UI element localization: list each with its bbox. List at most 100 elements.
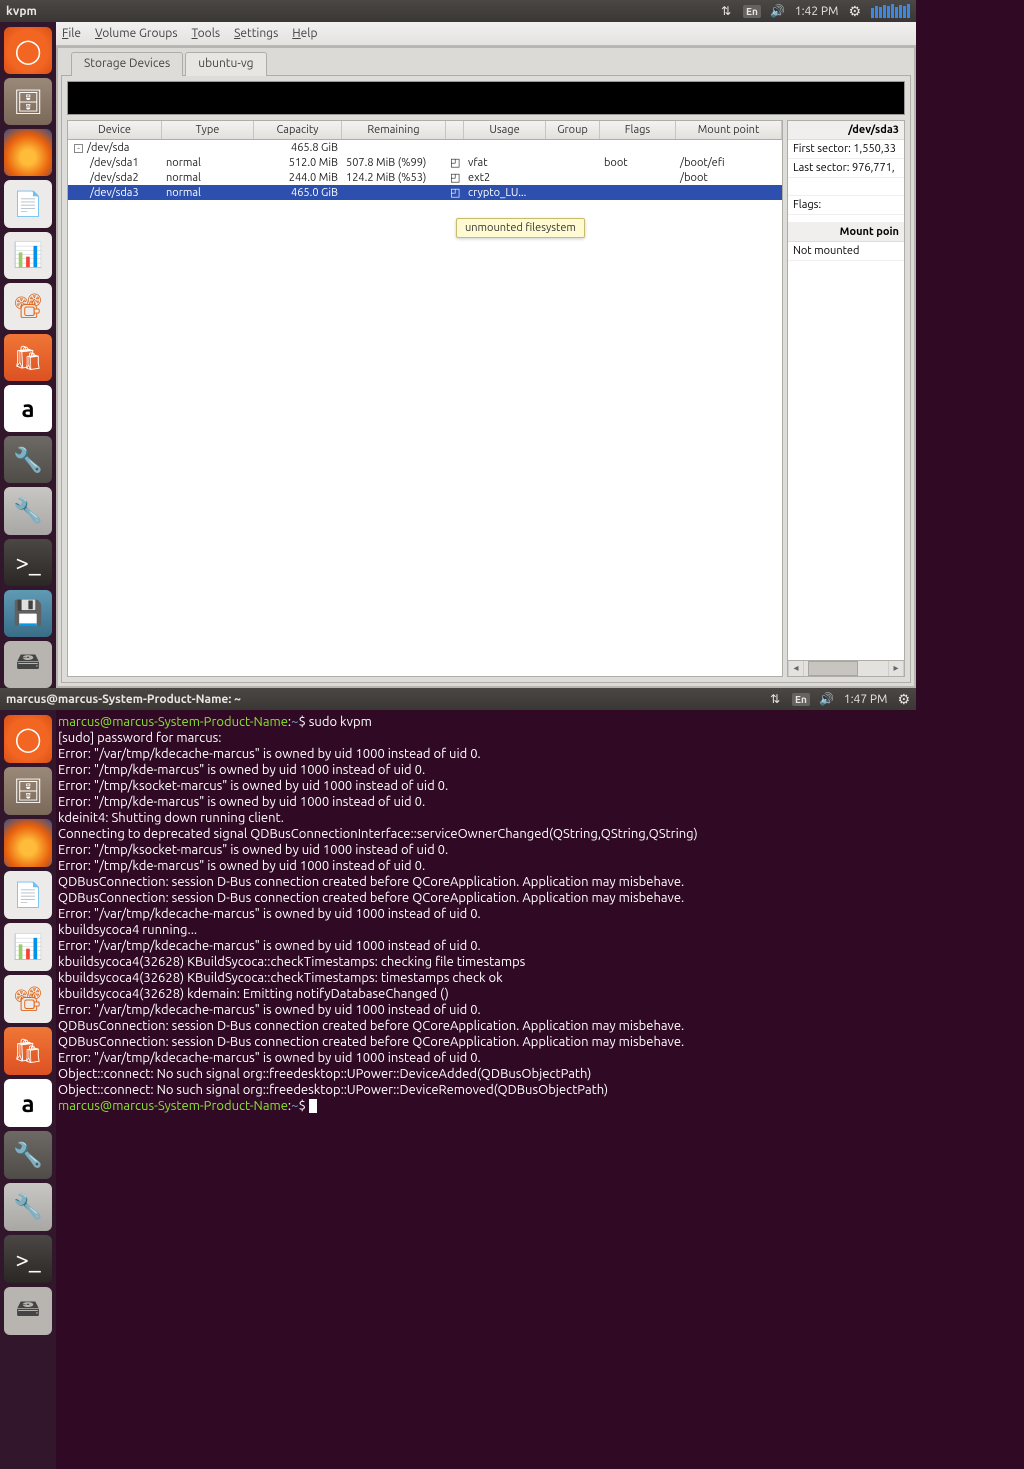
scroll-right-icon[interactable]: ▸ [888, 661, 904, 676]
terminal-line: kbuildsycoca4 running... [58, 922, 914, 938]
tree-expander-icon[interactable]: - [74, 144, 83, 153]
terminal-line: Error: "/tmp/kde-marcus" is owned by uid… [58, 858, 914, 874]
terminal-line: marcus@marcus-System-Product-Name:~$ [58, 1098, 914, 1114]
terminal-line: kbuildsycoca4(32628) kdemain: Emitting n… [58, 986, 914, 1002]
menu-tools[interactable]: Tools [192, 27, 221, 40]
launcher-calc-icon[interactable]: 📊 [4, 923, 52, 971]
launcher-files-icon[interactable]: 🗄 [4, 767, 52, 815]
terminal-line: Error: "/tmp/kde-marcus" is owned by uid… [58, 794, 914, 810]
detail-scrollbar[interactable]: ◂ ▸ [788, 660, 904, 676]
launcher-impress-icon[interactable]: 📽 [4, 975, 52, 1023]
tab-storage-devices[interactable]: Storage Devices [71, 52, 183, 76]
menu-help[interactable]: Help [292, 27, 317, 40]
launcher-files-icon[interactable]: 🗄 [4, 78, 52, 125]
network-icon[interactable]: ⇅ [719, 4, 733, 18]
terminal-line: Error: "/tmp/ksocket-marcus" is owned by… [58, 778, 914, 794]
terminal-line: kbuildsycoca4(32628) KBuildSycoca::check… [58, 970, 914, 986]
launcher-dash-icon[interactable]: ◯ [4, 715, 52, 763]
launcher-software-icon[interactable]: 🛍 [4, 334, 52, 381]
tab-ubuntu-vg[interactable]: ubuntu-vg [185, 52, 266, 76]
cursor [309, 1099, 317, 1113]
launcher-firefox-icon[interactable] [4, 129, 52, 176]
terminal-line: kbuildsycoca4(32628) KBuildSycoca::check… [58, 954, 914, 970]
detail-flags: Flags: [788, 196, 904, 215]
launcher-terminal-icon[interactable]: >_ [4, 539, 52, 586]
terminal-line: Error: "/tmp/ksocket-marcus" is owned by… [58, 842, 914, 858]
launcher-drive-icon[interactable]: 🖴 [4, 1287, 52, 1335]
col-mount[interactable]: Mount point [676, 121, 782, 139]
launcher-firefox-icon[interactable] [4, 819, 52, 867]
terminal-line: QDBusConnection: session D-Bus connectio… [58, 874, 914, 890]
terminal-line: Object::connect: No such signal org::fre… [58, 1082, 914, 1098]
launcher-settings2-icon[interactable]: 🔧 [4, 487, 52, 534]
table-row[interactable]: /dev/sda3normal465.0 GiB◰crypto_LU... [68, 185, 782, 200]
terminal-line: Error: "/var/tmp/kdecache-marcus" is own… [58, 1002, 914, 1018]
clock[interactable]: 1:42 PM [795, 5, 839, 18]
volume-icon[interactable]: 🔊 [771, 4, 785, 18]
launcher-amazon-icon[interactable]: a [4, 1079, 52, 1127]
terminal-line: marcus@marcus-System-Product-Name:~$ sud… [58, 714, 914, 730]
col-capacity[interactable]: Capacity [254, 121, 342, 139]
launcher-amazon-icon[interactable]: a [4, 385, 52, 432]
titlebar-kvpm: kvpm ⇅ En 🔊 1:42 PM ⚙ [0, 0, 916, 22]
system-load-indicator[interactable] [871, 4, 910, 18]
col-usage[interactable]: Usage [464, 121, 546, 139]
launcher-impress-icon[interactable]: 📽 [4, 283, 52, 330]
col-group[interactable]: Group [546, 121, 600, 139]
col-remaining[interactable]: Remaining [342, 121, 446, 139]
launcher: ◯ 🗄 📄 📊 📽 🛍 a 🔧 🔧 >_ 🖴 [0, 710, 56, 1469]
network-icon[interactable]: ⇅ [768, 692, 782, 706]
launcher-terminal-icon[interactable]: >_ [4, 1235, 52, 1283]
launcher-writer-icon[interactable]: 📄 [4, 180, 52, 227]
terminal-line: QDBusConnection: session D-Bus connectio… [58, 890, 914, 906]
device-table[interactable]: Device Type Capacity Remaining Usage Gro… [67, 120, 783, 677]
scroll-left-icon[interactable]: ◂ [788, 661, 804, 676]
launcher-writer-icon[interactable]: 📄 [4, 871, 52, 919]
table-row[interactable]: /dev/sda2normal244.0 MiB124.2 MiB (%53)◰… [68, 170, 782, 185]
tab-page: Device Type Capacity Remaining Usage Gro… [61, 75, 911, 683]
keyboard-indicator[interactable]: En [792, 693, 810, 706]
tooltip: unmounted filesystem [456, 218, 585, 238]
launcher-system-settings-icon[interactable]: 🔧 [4, 1131, 52, 1179]
detail-last-sector: Last sector: 976,771, [788, 159, 904, 178]
col-device[interactable]: Device [68, 121, 162, 139]
launcher-drive-icon[interactable]: 🖴 [4, 641, 52, 688]
launcher-settings2-icon[interactable]: 🔧 [4, 1183, 52, 1231]
col-type[interactable]: Type [162, 121, 254, 139]
launcher-disks-icon[interactable]: 💾 [4, 590, 52, 637]
launcher-calc-icon[interactable]: 📊 [4, 232, 52, 279]
menu-volume-groups[interactable]: Volume Groups [95, 27, 178, 40]
detail-first-sector: First sector: 1,550,33 [788, 140, 904, 159]
window-title: marcus@marcus-System-Product-Name: ~ [6, 693, 241, 706]
menu-settings[interactable]: Settings [234, 27, 278, 40]
fs-icon: ◰ [446, 186, 464, 199]
table-row[interactable]: /dev/sda1normal512.0 MiB507.8 MiB (%99)◰… [68, 155, 782, 170]
session-gear-icon[interactable]: ⚙ [897, 691, 910, 708]
keyboard-indicator[interactable]: En [743, 5, 761, 18]
partition-graph [67, 81, 905, 115]
detail-mount-value: Not mounted [788, 242, 904, 261]
launcher-dash-icon[interactable]: ◯ [4, 27, 52, 74]
col-usage-icon[interactable] [446, 121, 464, 139]
detail-panel: /dev/sda3 First sector: 1,550,33 Last se… [787, 120, 905, 677]
col-flags[interactable]: Flags [600, 121, 676, 139]
launcher: ◯ 🗄 📄 📊 📽 🛍 a 🔧 🔧 >_ 💾 🖴 [0, 22, 56, 688]
fs-icon: ◰ [446, 156, 464, 169]
terminal-line: QDBusConnection: session D-Bus connectio… [58, 1018, 914, 1034]
table-header: Device Type Capacity Remaining Usage Gro… [68, 121, 782, 140]
terminal-line: Error: "/var/tmp/kdecache-marcus" is own… [58, 746, 914, 762]
clock[interactable]: 1:47 PM [844, 693, 888, 706]
launcher-system-settings-icon[interactable]: 🔧 [4, 436, 52, 483]
terminal-line: Error: "/var/tmp/kdecache-marcus" is own… [58, 1050, 914, 1066]
menu-file[interactable]: File [62, 27, 81, 40]
terminal-line: QDBusConnection: session D-Bus connectio… [58, 1034, 914, 1050]
table-row[interactable]: -/dev/sda465.8 GiB [68, 140, 782, 155]
terminal-line: Error: "/tmp/kde-marcus" is owned by uid… [58, 762, 914, 778]
terminal[interactable]: marcus@marcus-System-Product-Name:~$ sud… [56, 710, 916, 1469]
detail-mount-head: Mount poin [788, 223, 904, 242]
session-gear-icon[interactable]: ⚙ [848, 3, 861, 20]
volume-icon[interactable]: 🔊 [820, 692, 834, 706]
launcher-software-icon[interactable]: 🛍 [4, 1027, 52, 1075]
window-title: kvpm [6, 5, 37, 18]
terminal-line: Object::connect: No such signal org::fre… [58, 1066, 914, 1082]
